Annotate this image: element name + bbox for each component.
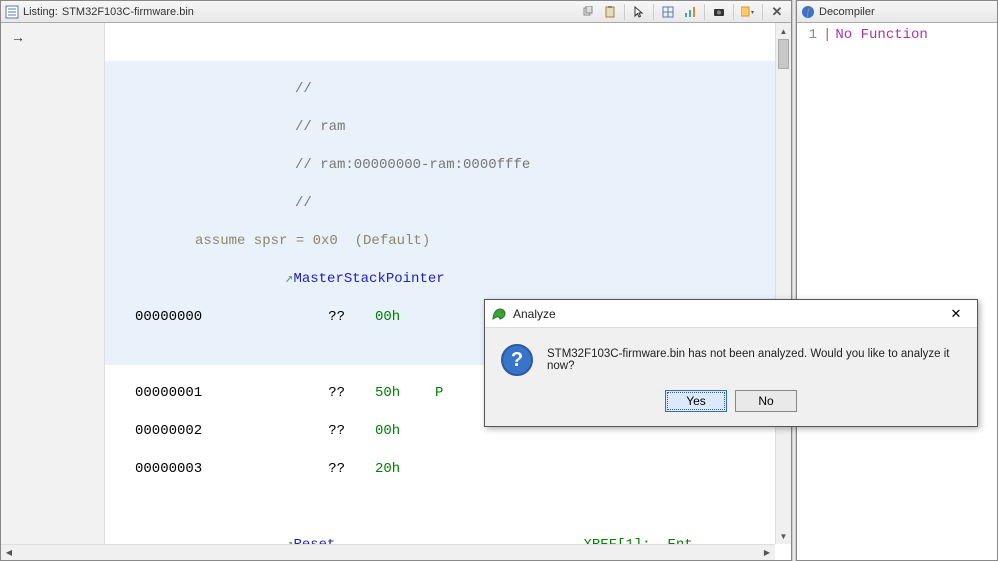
addr-cell[interactable]: 00000001 bbox=[135, 384, 285, 403]
listing-panel: Listing: STM32F103C-firmware.bin ✕ → bbox=[0, 0, 792, 561]
assume-line: assume spsr = 0x0 (Default) bbox=[135, 233, 430, 249]
hex-cell: 00h bbox=[375, 422, 435, 441]
comment-line: // ram bbox=[135, 119, 345, 135]
copy-icon[interactable] bbox=[578, 3, 598, 21]
ghidra-dragon-icon bbox=[491, 306, 507, 322]
decompiler-header: f Decompiler bbox=[797, 1, 997, 23]
dialog-titlebar[interactable]: Analyze ✕ bbox=[485, 300, 977, 328]
question-icon: ? bbox=[501, 344, 533, 376]
listing-toolbar: ✕ bbox=[578, 3, 787, 21]
mnemonic-cell: ?? bbox=[285, 460, 375, 479]
decompiler-lineno: 1 bbox=[801, 27, 817, 43]
toolbar-separator bbox=[653, 4, 654, 20]
toolbar-separator bbox=[704, 4, 705, 20]
chart-icon[interactable] bbox=[680, 3, 700, 21]
cursor-icon[interactable] bbox=[629, 3, 649, 21]
listing-body: → // // ram // ram:00000000-ram:0000fffe… bbox=[1, 23, 791, 560]
listing-header-file: STM32F103C-firmware.bin bbox=[62, 6, 194, 18]
yes-button[interactable]: Yes bbox=[665, 390, 727, 412]
horizontal-scrollbar[interactable]: ◀ ▶ bbox=[1, 544, 775, 560]
scrollbar-thumb[interactable] bbox=[778, 39, 789, 69]
listing-gutter: → bbox=[1, 23, 105, 560]
dialog-buttons: Yes No bbox=[485, 384, 977, 426]
dialog-title: Analyze bbox=[513, 307, 941, 321]
scroll-down-icon[interactable]: ▼ bbox=[776, 528, 791, 544]
hex-cell: 50h bbox=[375, 384, 435, 403]
comment-line: // bbox=[135, 195, 312, 211]
scroll-right-icon[interactable]: ▶ bbox=[759, 545, 775, 560]
hex-cell: 00h bbox=[375, 308, 435, 327]
decompiler-icon: f bbox=[801, 5, 815, 19]
comment-line: // bbox=[135, 81, 312, 97]
listing-header: Listing: STM32F103C-firmware.bin ✕ bbox=[1, 1, 791, 23]
scroll-up-icon[interactable]: ▲ bbox=[776, 23, 791, 39]
decompiler-bar-icon: | bbox=[823, 27, 831, 43]
listing-code-area[interactable]: // // ram // ram:00000000-ram:0000fffe /… bbox=[105, 23, 791, 560]
toolbar-separator bbox=[762, 4, 763, 20]
decompiler-panel: f Decompiler 1 | No Function bbox=[796, 0, 998, 561]
label-msp[interactable]: MasterStackPointer bbox=[293, 271, 444, 287]
toolbar-separator bbox=[733, 4, 734, 20]
mnemonic-cell: ?? bbox=[285, 384, 375, 403]
ascii-cell: P bbox=[435, 385, 443, 401]
arrow-right-icon: → bbox=[11, 29, 25, 45]
layout-dropdown-icon[interactable] bbox=[738, 3, 758, 21]
comment-line: // ram:00000000-ram:0000fffe bbox=[135, 157, 530, 173]
mnemonic-cell: ?? bbox=[285, 422, 375, 441]
toolbar-separator bbox=[624, 4, 625, 20]
decompiler-body[interactable]: 1 | No Function bbox=[797, 23, 997, 560]
analyze-dialog: Analyze ✕ ? STM32F103C-firmware.bin has … bbox=[484, 299, 978, 427]
addr-cell[interactable]: 00000003 bbox=[135, 460, 285, 479]
no-button[interactable]: No bbox=[735, 390, 797, 412]
dialog-close-icon[interactable]: ✕ bbox=[941, 303, 971, 325]
decompiler-header-label: Decompiler bbox=[819, 6, 875, 18]
camera-icon[interactable] bbox=[709, 3, 729, 21]
grid-icon[interactable] bbox=[658, 3, 678, 21]
listing-icon bbox=[5, 5, 19, 19]
dialog-body: ? STM32F103C-firmware.bin has not been a… bbox=[485, 328, 977, 384]
dialog-message: STM32F103C-firmware.bin has not been ana… bbox=[547, 348, 961, 372]
hex-cell: 20h bbox=[375, 460, 435, 479]
decompiler-text: No Function bbox=[835, 27, 927, 43]
addr-cell[interactable]: 00000000 bbox=[135, 308, 285, 327]
listing-header-label: Listing: bbox=[23, 6, 58, 18]
paste-icon[interactable] bbox=[600, 3, 620, 21]
close-panel-icon[interactable]: ✕ bbox=[767, 3, 787, 21]
vertical-scrollbar[interactable]: ▲ ▼ bbox=[775, 23, 791, 544]
addr-cell[interactable]: 00000002 bbox=[135, 422, 285, 441]
mnemonic-cell: ?? bbox=[285, 308, 375, 327]
scroll-left-icon[interactable]: ◀ bbox=[1, 545, 17, 560]
